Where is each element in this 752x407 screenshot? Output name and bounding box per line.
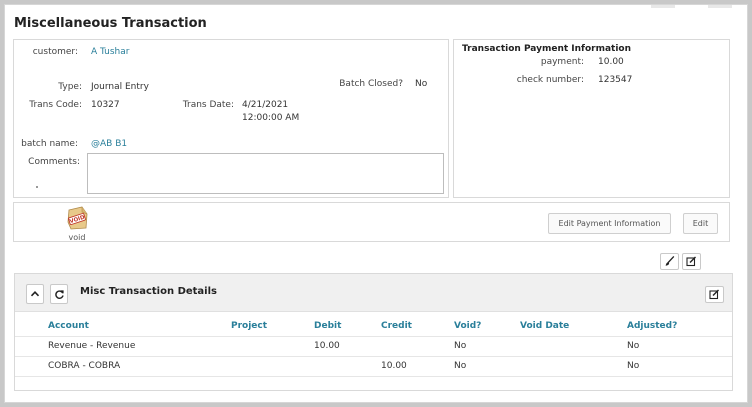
cell-void: No <box>454 341 467 351</box>
payment-label: payment: <box>540 57 584 67</box>
batch-closed-value: No <box>415 79 428 89</box>
customer-label: customer: <box>32 47 78 57</box>
trans-code-label: Trans Code: <box>29 100 82 110</box>
batch-closed-label: Batch Closed? <box>339 79 403 89</box>
misc-transaction-details: Misc Transaction Details Account Project… <box>14 273 733 391</box>
details-header: Misc Transaction Details <box>15 274 732 312</box>
cell-debit: 10.00 <box>314 341 340 351</box>
cell-account: COBRA - COBRA <box>48 361 121 371</box>
page-title: Miscellaneous Transaction <box>14 16 207 31</box>
row-divider <box>15 376 732 377</box>
trans-date-value: 4/21/2021 <box>242 100 289 110</box>
column-header-account[interactable]: Account <box>48 321 89 331</box>
trans-time-value: 12:00:00 AM <box>242 113 300 123</box>
cell-void: No <box>454 361 467 371</box>
edit-icon <box>709 289 719 300</box>
check-number-value: 123547 <box>598 75 633 85</box>
comments-field[interactable] <box>87 153 444 194</box>
payment-value: 10.00 <box>598 57 624 67</box>
transaction-info-panel: customer: A Tushar Type: Journal Entry B… <box>13 39 449 198</box>
resize-dot <box>36 186 38 188</box>
page-frame: Miscellaneous Transaction customer: A Tu… <box>4 4 748 403</box>
void-label: void <box>68 233 86 242</box>
tab-stub <box>708 5 732 8</box>
edit-payment-info-button[interactable]: Edit Payment Information <box>548 213 671 234</box>
cell-credit: 10.00 <box>381 361 407 371</box>
comments-label: Comments: <box>28 157 80 167</box>
type-value: Journal Entry <box>91 82 149 92</box>
paintbrush-button[interactable] <box>660 253 679 270</box>
check-number-label: check number: <box>516 75 584 85</box>
edit-button[interactable]: Edit <box>683 213 718 234</box>
batch-name-label: batch name: <box>21 139 78 149</box>
customer-link[interactable]: A Tushar <box>91 47 129 57</box>
type-label: Type: <box>58 82 82 92</box>
details-edit-button[interactable] <box>705 286 724 303</box>
payment-info-title: Transaction Payment Information <box>462 44 632 54</box>
refresh-button[interactable] <box>50 284 68 304</box>
tab-stub <box>651 5 675 8</box>
column-header-void-date[interactable]: Void Date <box>520 321 569 331</box>
collapse-button[interactable] <box>26 284 44 304</box>
column-header-debit[interactable]: Debit <box>314 321 341 331</box>
refresh-icon <box>54 289 64 299</box>
row-divider <box>15 356 732 357</box>
cell-adjusted: No <box>627 361 640 371</box>
chevron-up-icon <box>30 291 40 297</box>
void-icon[interactable]: VOID <box>66 206 88 230</box>
column-header-credit[interactable]: Credit <box>381 321 412 331</box>
action-bar: VOID void Edit Payment Information Edit <box>13 202 730 242</box>
column-header-project[interactable]: Project <box>231 321 267 331</box>
edit-icon <box>686 256 696 267</box>
column-header-void[interactable]: Void? <box>454 321 481 331</box>
payment-info-panel: Transaction Payment Information payment:… <box>453 39 730 198</box>
trans-code-value: 10327 <box>91 100 120 110</box>
details-title: Misc Transaction Details <box>80 286 217 297</box>
cell-adjusted: No <box>627 341 640 351</box>
paintbrush-icon <box>665 256 675 266</box>
row-divider <box>15 336 732 337</box>
column-header-adjusted[interactable]: Adjusted? <box>627 321 677 331</box>
cell-account: Revenue - Revenue <box>48 341 136 351</box>
trans-date-label: Trans Date: <box>182 100 234 110</box>
batch-name-link[interactable]: @AB B1 <box>91 139 127 149</box>
edit-icon-button[interactable] <box>682 253 701 270</box>
